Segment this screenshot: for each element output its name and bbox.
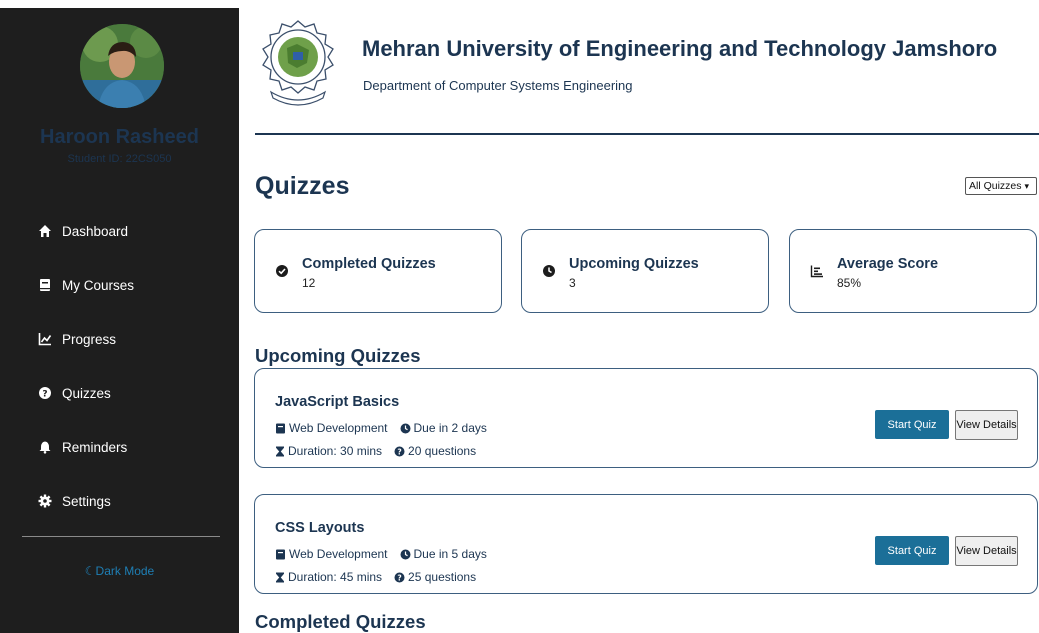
chart-line-icon: [38, 332, 52, 346]
hourglass-icon: [276, 446, 284, 456]
book-icon: [38, 278, 52, 292]
home-icon: [38, 224, 52, 238]
stat-value: 3: [569, 276, 576, 290]
quiz-course-label: Web Development: [289, 421, 388, 435]
svg-text:?: ?: [397, 573, 401, 582]
hourglass-icon: [276, 572, 284, 582]
university-logo: [257, 18, 339, 108]
stat-value: 85%: [837, 276, 862, 290]
sidebar-item-my-courses[interactable]: My Courses: [0, 258, 239, 312]
quiz-meta-row: Duration: 45 mins ? 25 questions: [275, 570, 488, 584]
header-divider: [255, 133, 1039, 135]
stat-value: 12: [302, 276, 316, 290]
stat-title: Average Score: [837, 256, 939, 272]
sidebar-nav: Dashboard My Courses Progress ? Quizzes …: [0, 204, 239, 528]
quiz-duration-label: Duration: 45 mins: [288, 570, 383, 584]
department-name: Department of Computer Systems Engineeri…: [363, 78, 633, 93]
quiz-meta-row: Duration: 30 mins ? 20 questions: [275, 444, 488, 458]
svg-text:?: ?: [42, 390, 47, 400]
start-quiz-button[interactable]: Start Quiz: [875, 536, 949, 565]
quiz-questions-label: 20 questions: [408, 444, 477, 458]
sidebar-item-label: Settings: [62, 493, 111, 509]
student-id: Student ID: 22CS050: [67, 153, 172, 165]
quiz-meta-row: Web Development Due in 5 days: [275, 547, 499, 561]
question-circle-icon: ?: [394, 572, 405, 582]
book-icon: [276, 423, 285, 433]
quiz-meta-row: Web Development Due in 2 days: [275, 421, 499, 435]
quiz-duration: Duration: 30 mins: [275, 444, 382, 458]
bar-chart-icon: [810, 264, 824, 278]
view-details-button[interactable]: View Details: [955, 536, 1018, 566]
quiz-due: Due in 2 days: [400, 421, 487, 435]
completed-quizzes-heading: Completed Quizzes: [255, 611, 426, 632]
sidebar-item-dashboard[interactable]: Dashboard: [0, 204, 239, 258]
quiz-course-label: Web Development: [289, 547, 388, 561]
svg-text:?: ?: [397, 447, 401, 456]
quiz-title: CSS Layouts: [275, 520, 365, 536]
view-details-button[interactable]: View Details: [955, 410, 1018, 440]
sidebar-item-label: Quizzes: [62, 385, 111, 401]
question-circle-icon: ?: [394, 446, 405, 456]
sidebar-item-settings[interactable]: Settings: [0, 474, 239, 528]
dark-mode-toggle[interactable]: ☾Dark Mode: [0, 564, 239, 578]
quiz-title: JavaScript Basics: [275, 394, 400, 410]
moon-icon: ☾: [84, 564, 96, 578]
quiz-due-label: Due in 2 days: [413, 421, 487, 435]
quiz-duration: Duration: 45 mins: [275, 570, 382, 584]
sidebar-item-quizzes[interactable]: ? Quizzes: [0, 366, 239, 420]
upcoming-quizzes-heading: Upcoming Quizzes: [255, 345, 421, 366]
quiz-card: CSS Layouts Web Development Due in 5 day…: [254, 494, 1038, 594]
book-icon: [276, 549, 285, 559]
user-name: Haroon Rasheed: [40, 126, 199, 148]
quiz-duration-label: Duration: 30 mins: [288, 444, 383, 458]
page-title: Quizzes: [255, 172, 350, 200]
quiz-questions-label: 25 questions: [408, 570, 477, 584]
sidebar-item-label: Progress: [62, 331, 117, 347]
quiz-course: Web Development: [275, 421, 388, 435]
quiz-questions: ? 25 questions: [394, 570, 476, 584]
clock-icon: [400, 423, 410, 433]
gear-icon: [38, 494, 52, 508]
dark-mode-label: Dark Mode: [95, 564, 155, 578]
bell-icon: [38, 440, 52, 454]
clock-icon: [400, 549, 410, 559]
sidebar-divider: [22, 536, 220, 537]
sidebar-item-progress[interactable]: Progress: [0, 312, 239, 366]
filter-value: All Quizzes: [969, 180, 1022, 192]
university-title: Mehran University of Engineering and Tec…: [362, 36, 998, 61]
question-circle-icon: ?: [38, 386, 52, 400]
stat-title: Completed Quizzes: [302, 256, 436, 272]
sidebar-item-label: Dashboard: [62, 223, 129, 239]
check-circle-icon: [275, 264, 289, 278]
sidebar: Haroon Rasheed Student ID: 22CS050 Dashb…: [0, 8, 239, 633]
stat-card-completed: Completed Quizzes 12: [254, 229, 502, 313]
stat-card-average-score: Average Score 85%: [789, 229, 1037, 313]
sidebar-item-label: Reminders: [62, 439, 128, 455]
start-quiz-button[interactable]: Start Quiz: [875, 410, 949, 439]
clock-icon: [542, 264, 556, 278]
quiz-due: Due in 5 days: [400, 547, 487, 561]
avatar: [80, 24, 164, 108]
quiz-questions: ? 20 questions: [394, 444, 476, 458]
sidebar-item-label: My Courses: [62, 277, 135, 293]
stat-title: Upcoming Quizzes: [569, 256, 699, 272]
quiz-course: Web Development: [275, 547, 388, 561]
quiz-due-label: Due in 5 days: [413, 547, 487, 561]
quiz-filter-select[interactable]: All Quizzes ▾: [965, 177, 1037, 195]
stat-card-upcoming: Upcoming Quizzes 3: [521, 229, 769, 313]
quiz-card: JavaScript Basics Web Development Due in…: [254, 368, 1038, 468]
chevron-down-icon: ▾: [1024, 180, 1030, 191]
sidebar-item-reminders[interactable]: Reminders: [0, 420, 239, 474]
